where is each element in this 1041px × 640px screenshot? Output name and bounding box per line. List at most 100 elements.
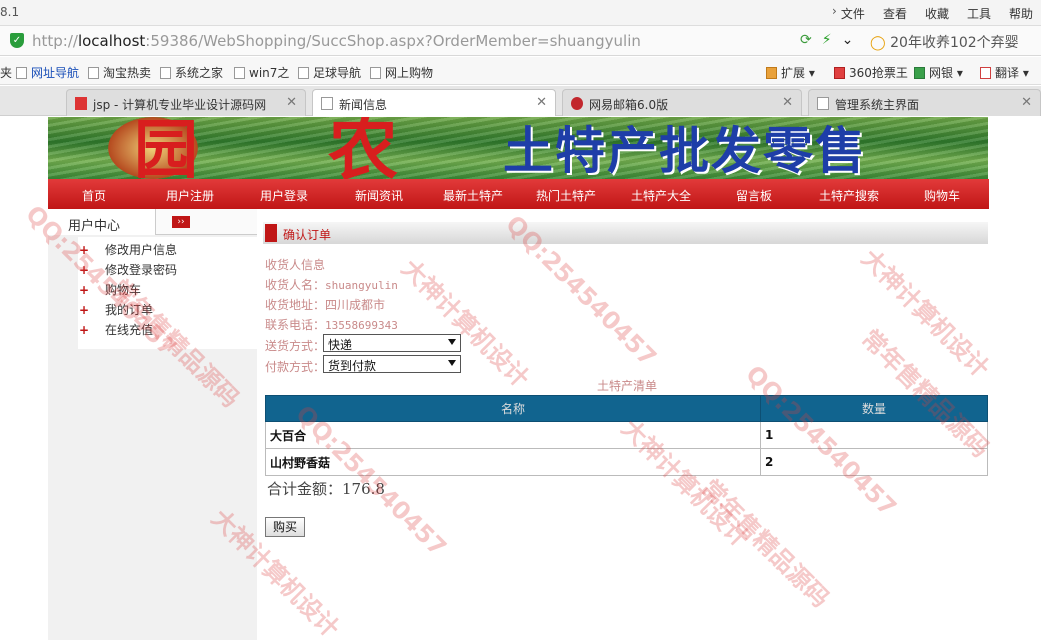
address-label: 收货地址： [265,298,326,312]
receiver-phone: 联系电话：13558699343 [265,316,398,333]
page-icon [160,67,171,79]
close-icon[interactable]: ✕ [536,95,547,110]
chevron-down-icon[interactable]: ⌄ [842,32,854,48]
sidebar-item-edit-password[interactable]: + 修改登录密码 [78,261,177,278]
payment-value: 货到付款 [328,359,377,373]
chevron-right-icon[interactable]: › [832,4,837,18]
nav-login[interactable]: 用户登录 [260,187,308,204]
bookmark-tool-label: 360抢票王 [849,66,908,80]
nav-hot[interactable]: 热门土特产 [536,187,596,204]
nav-all[interactable]: 土特产大全 [631,187,691,204]
sidebar-title: 用户中心 [68,219,121,234]
watermark-design: 大神计算机设计 [855,244,995,383]
nav-guestbook[interactable]: 留言板 [736,187,772,204]
item-name: 山村野香菇 [265,448,761,476]
bookmark-tool-ext[interactable]: 扩展 ▾ [766,64,815,81]
bookmark-label: win7之 [249,66,290,80]
double-chevron-icon[interactable]: ›› [172,216,190,228]
tab-mail[interactable]: 网易邮箱6.0版 ✕ [562,89,802,116]
site-banner: 园 农 土特产批发零售 [48,117,988,179]
bookmark-tool-ticket[interactable]: 360抢票王 [834,64,908,81]
nav-latest[interactable]: 最新土特产 [443,187,503,204]
name-value: shuangyulin [325,279,398,292]
nav-cart[interactable]: 购物车 [924,187,960,204]
mail-icon [571,97,583,110]
bookmark-xitong[interactable]: 系统之家 [160,64,223,81]
address-bar: ✓ http://localhost:59386/WebShopping/Suc… [0,26,1041,56]
order-total: 合计金额：176.8 [267,478,385,499]
site-favicon-icon [75,97,87,110]
search-box[interactable]: ◯ 20年收养102个弃婴 [870,32,1019,52]
tab-label: 新闻信息 [339,98,388,112]
bookmark-nav[interactable]: 网址导航 [16,64,79,81]
plus-icon: + [79,283,90,297]
tab-news[interactable]: 新闻信息 ✕ [312,89,556,116]
page-icon [298,67,309,79]
search-icon: ◯ [870,35,886,51]
total-label: 合计金额： [267,480,343,498]
bookmark-tool-translate[interactable]: 翻译 ▾ [980,64,1029,81]
dropdown-caret-icon [448,339,456,345]
page-icon [817,97,829,110]
refresh-icon[interactable]: ⟳ [800,32,812,48]
menu-view[interactable]: 查看 [883,5,907,22]
sidebar-item-label: 修改登录密码 [105,263,178,277]
browser-menubar: 8.1 › 文件 查看 收藏 工具 帮助 [0,0,1041,26]
sidebar-item-edit-info[interactable]: + 修改用户信息 [78,241,177,258]
sidebar-item-label: 修改用户信息 [105,243,178,257]
close-icon[interactable]: ✕ [1021,95,1032,110]
sidebar-item-orders[interactable]: + 我的订单 [78,301,153,318]
menu-file[interactable]: 文件 [841,5,865,22]
tab-jsp[interactable]: jsp - 计算机专业毕业设计源码网 ✕ [66,89,306,116]
column-header-name: 名称 [265,395,761,422]
menu-help[interactable]: 帮助 [1009,5,1033,22]
url-rest: :59386/WebShopping/SuccShop.aspx?OrderMe… [145,32,641,50]
url-input[interactable]: http://localhost:59386/WebShopping/SuccS… [32,32,641,50]
lightning-icon[interactable]: ⚡ [822,32,832,48]
bookmark-tool-label: 网银 [929,66,954,80]
bookmark-football[interactable]: 足球导航 [298,64,361,81]
bank-icon [914,67,925,79]
bookmark-tool-bank[interactable]: 网银 ▾ [914,64,963,81]
nav-register[interactable]: 用户注册 [166,187,214,204]
tab-strip: jsp - 计算机专业毕业设计源码网 ✕ 新闻信息 ✕ 网易邮箱6.0版 ✕ 管… [0,86,1041,116]
phone-label: 联系电话： [265,318,326,332]
close-icon[interactable]: ✕ [782,95,793,110]
tab-admin[interactable]: 管理系统主界面 ✕ [808,89,1041,116]
menu-favorites[interactable]: 收藏 [925,5,949,22]
nav-home[interactable]: 首页 [82,187,106,204]
page-icon [370,67,381,79]
receiver-name: 收货人名：shuangyulin [265,276,398,293]
nav-news[interactable]: 新闻资讯 [355,187,403,204]
menu-tools[interactable]: 工具 [967,5,991,22]
bookmark-win7[interactable]: win7之 [234,64,289,81]
goods-table: 名称 数量 大百合 1 山村野香菇 2 [265,395,988,476]
item-qty: 1 [760,421,988,449]
dropdown-caret-icon [448,360,456,366]
shipping-value: 快递 [328,338,353,352]
name-label: 收货人名： [265,278,326,292]
plus-icon: + [79,323,90,337]
bookmark-tool-label: 扩展 [781,66,806,80]
buy-button[interactable]: 购买 [265,517,305,537]
sidebar-item-recharge[interactable]: + 在线充值 [78,321,153,338]
url-prefix: http:// [32,32,78,50]
receiver-address: 收货地址：四川成都市 [265,296,385,313]
logo-glyph-2: 农 [328,117,398,179]
close-icon[interactable]: ✕ [286,95,297,110]
bookmark-cut: 夹 [0,66,13,80]
tab-label: jsp - 计算机专业毕业设计源码网 [93,98,267,112]
bookmark-taobao[interactable]: 淘宝热卖 [88,64,151,81]
section-marker [265,224,277,242]
page-icon [234,67,245,79]
sidebar-item-cart[interactable]: + 购物车 [78,281,141,298]
payment-row: 付款方式： 货到付款 [265,355,461,375]
bookmark-label: 系统之家 [175,66,224,80]
item-qty: 2 [760,448,988,476]
bookmark-shopping[interactable]: 网上购物 [370,64,433,81]
payment-select[interactable]: 货到付款 [323,355,461,373]
column-header-qty: 数量 [760,395,988,422]
shipping-select[interactable]: 快递 [323,334,461,352]
nav-search[interactable]: 土特产搜索 [819,187,879,204]
bookmark-label: 网址导航 [31,66,80,80]
